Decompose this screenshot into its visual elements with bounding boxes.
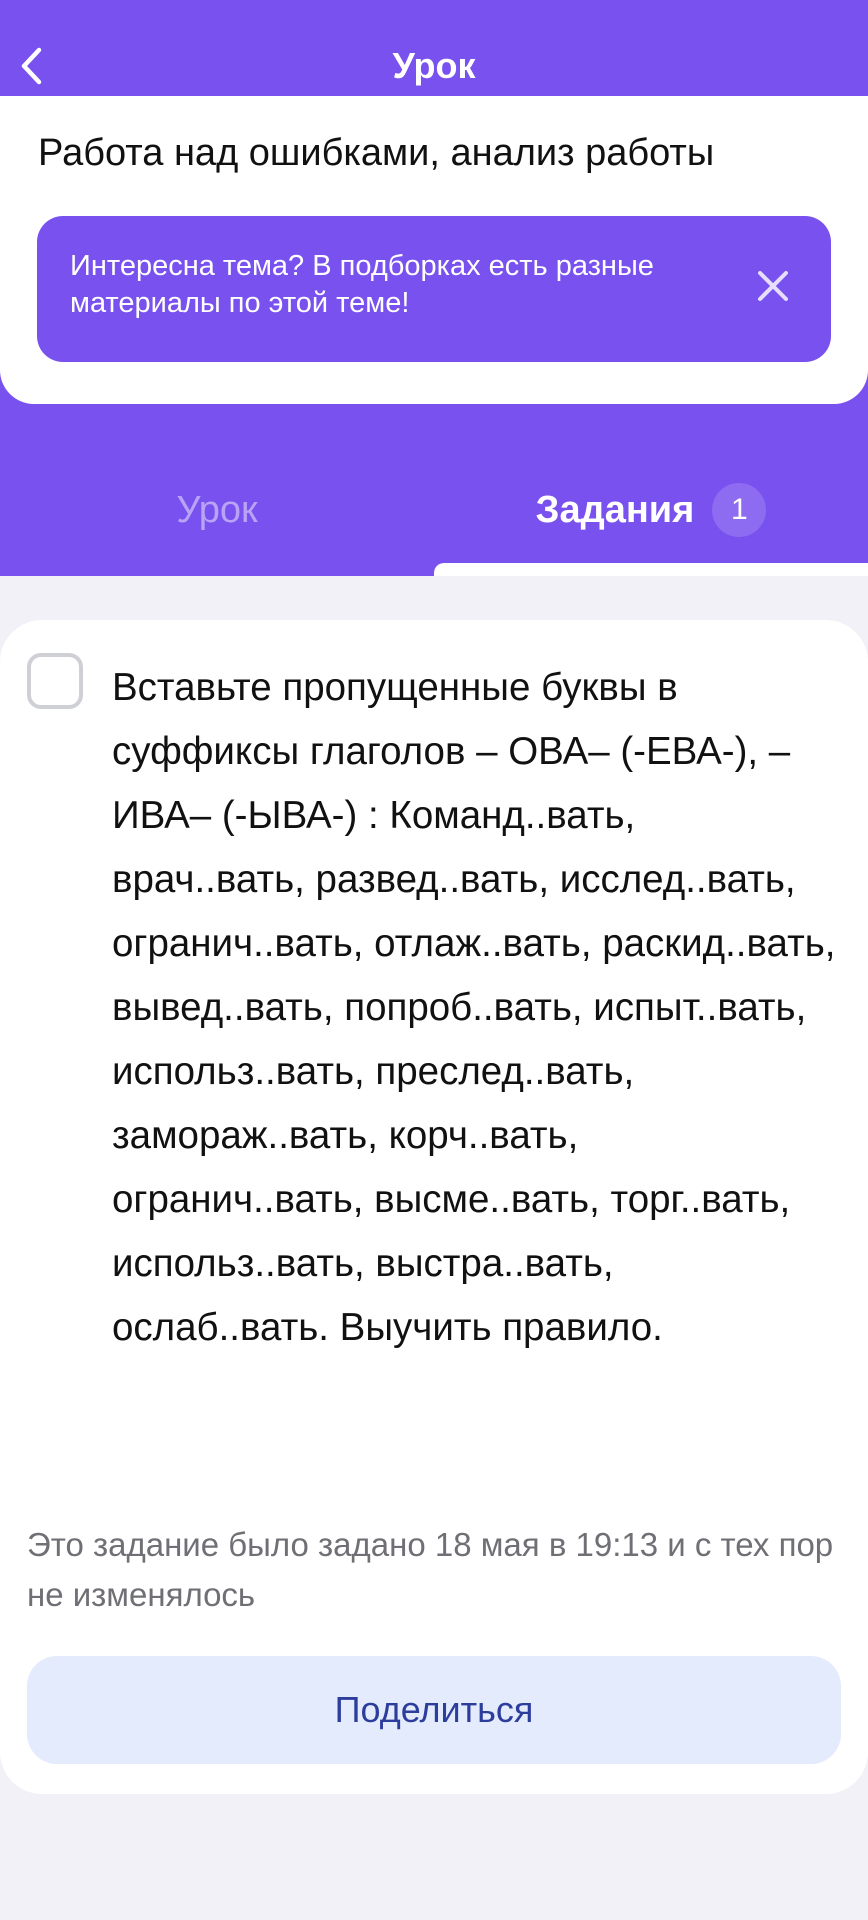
promo-close-button[interactable] <box>753 266 793 306</box>
promo-text: Интересна тема? В подборках есть разные … <box>70 250 654 319</box>
tab-tasks[interactable]: Задания 1 <box>434 470 868 550</box>
tab-lesson[interactable]: Урок <box>0 470 434 550</box>
promo-banner[interactable]: Интересна тема? В подборках есть разные … <box>37 216 831 362</box>
lesson-card: Работа над ошибками, анализ работы Интер… <box>0 96 868 404</box>
header-title: Урок <box>392 45 476 86</box>
task-card: Вставьте пропущенные буквы в суффиксы гл… <box>0 620 868 1794</box>
share-button[interactable]: Поделиться <box>27 1656 841 1764</box>
active-tab-indicator <box>434 563 868 576</box>
task-meta: Это задание было задано 18 мая в 19:13 и… <box>27 1526 834 1613</box>
task-text: Вставьте пропущенные буквы в суффиксы гл… <box>112 666 836 1349</box>
task-checkbox[interactable] <box>27 653 83 709</box>
tasks-count-badge: 1 <box>712 483 767 537</box>
tab-lesson-label: Урок <box>176 488 258 531</box>
tabs: Урок Задания 1 <box>0 470 868 550</box>
tab-tasks-label: Задания <box>535 488 695 531</box>
close-icon <box>758 271 788 301</box>
app-header: Урок <box>0 0 868 138</box>
